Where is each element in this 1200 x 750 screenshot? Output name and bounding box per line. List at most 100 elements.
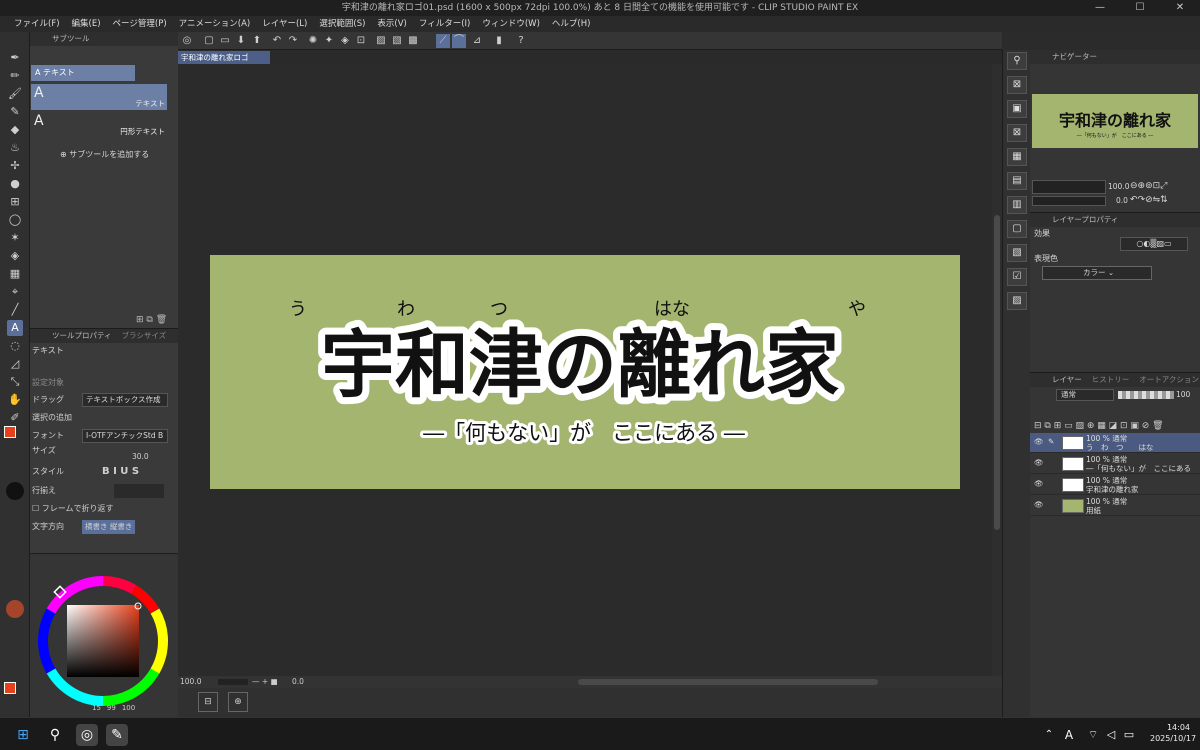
eyedropper-icon[interactable]: ✐ (7, 410, 23, 426)
menu-layer[interactable]: レイヤー(L) (256, 16, 313, 32)
menu-help[interactable]: ヘルプ(H) (546, 16, 597, 32)
app-logo-icon[interactable]: ◎ (180, 34, 194, 48)
menu-page[interactable]: ページ管理(P) (107, 16, 173, 32)
navigator-zoom-slider[interactable] (1032, 180, 1106, 194)
menu-filter[interactable]: フィルター(I) (413, 16, 476, 32)
ruler-icon[interactable]: ⤡ (7, 374, 23, 390)
operation-icon[interactable]: ⌖ (7, 284, 23, 300)
main-color-small[interactable] (4, 682, 16, 694)
vertical-scroll-thumb[interactable] (994, 215, 1000, 530)
redo-icon[interactable]: ↷ (286, 34, 300, 48)
layer-row[interactable]: 👁 100 % 通常 ―「何もない」が ここにある (1030, 454, 1200, 474)
subtool-tab[interactable]: サブツール (30, 32, 178, 46)
effect-material-icon[interactable]: ▥ (1007, 196, 1027, 214)
balloon-material-icon[interactable]: ▢ (1007, 220, 1027, 238)
ime-indicator[interactable]: A (1058, 724, 1080, 746)
eye-icon[interactable]: 👁 (1034, 437, 1044, 446)
navigator-zoom-value[interactable]: 100.0 (1108, 182, 1129, 191)
eye-icon[interactable]: 👁 (1034, 458, 1044, 467)
layer-row[interactable]: 👁 100 % 通常 用紙 (1030, 496, 1200, 516)
blend-icon[interactable]: ● (7, 176, 23, 192)
export-icon[interactable]: ⬆ (250, 34, 264, 48)
new-file-icon[interactable]: ▢ (202, 34, 216, 48)
font-select[interactable]: I-OTFアンチックStd B (82, 429, 168, 443)
save-icon[interactable]: ⬇ (234, 34, 248, 48)
spinner-icon[interactable]: ✺ (306, 34, 320, 48)
drag-select[interactable]: テキストボックス作成 (82, 393, 168, 407)
opacity-value[interactable]: 100 (1176, 390, 1190, 399)
checkbox-wrap[interactable]: ☐ (32, 504, 42, 513)
tab-layer[interactable]: レイヤー (1052, 373, 1082, 387)
layer-row[interactable]: 👁 100 % 通常 宇和津の離れ家 (1030, 475, 1200, 495)
navigator-preview[interactable]: 宇和津の離れ家 ―「何もない」が ここにある ― (1032, 94, 1198, 148)
subtool-group-header[interactable]: A テキスト (31, 65, 135, 81)
tab-brush-size[interactable]: ブラシサイズ (122, 329, 167, 343)
menu-file[interactable]: ファイル(F) (8, 16, 66, 32)
layer-tool-icons[interactable]: ⊟ ⧉ ⊞ ▭ ▨ ⊕ ▦ ◪ ⊡ ▣ ⊘ 🗑 (1034, 421, 1164, 431)
expression-color-select[interactable]: カラー ⌄ (1042, 266, 1152, 280)
transform-icon[interactable]: ⊡ (354, 34, 368, 48)
curve-icon[interactable]: ⌒ (452, 34, 466, 48)
album-icon[interactable]: ▨ (1007, 292, 1027, 310)
navigator-angle-slider[interactable] (1032, 196, 1106, 206)
tab-history[interactable]: ヒストリー (1092, 373, 1130, 387)
stabilize-icon[interactable]: ⟋ (436, 34, 450, 48)
subtool-item-text[interactable]: A テキスト (31, 84, 167, 110)
zoom-in-out-icons[interactable]: ⊖⊕⊚⊡⤢ (1130, 181, 1167, 191)
layerprop-tab[interactable]: レイヤープロパティ (1030, 213, 1200, 227)
menu-animation[interactable]: アニメーション(A) (173, 16, 257, 32)
horizontal-scroll-thumb[interactable] (578, 679, 878, 685)
selection-icon[interactable]: ▩ (406, 34, 420, 48)
pattern-icon[interactable]: ⊠ (1007, 124, 1027, 142)
line-icon[interactable]: ╱ (7, 302, 23, 318)
maximize-button[interactable]: ☐ (1120, 0, 1160, 16)
move-icon[interactable]: ✢ (7, 158, 23, 174)
frame-material-icon[interactable]: ▤ (1007, 172, 1027, 190)
deselect-icon[interactable]: ▨ (374, 34, 388, 48)
gradient-icon[interactable]: ▦ (7, 266, 23, 282)
battery-icon[interactable]: ▭ (1118, 724, 1140, 746)
hand-icon[interactable]: ✋ (7, 392, 23, 408)
text-tool-icon[interactable]: A (7, 320, 23, 336)
lasso-icon[interactable]: ◯ (7, 212, 23, 228)
wand-icon[interactable]: ✶ (7, 230, 23, 246)
tab-auto-action[interactable]: オートアクション (1139, 373, 1199, 387)
artboard[interactable]: う わ つ はな や 宇和津の離れ家 宇和津の離れ家 ―「何もない」が ここにあ… (210, 255, 960, 489)
3d-material-icon[interactable]: ▧ (1007, 244, 1027, 262)
navigator-tab[interactable]: ナビゲーター (1030, 50, 1200, 64)
frame-icon[interactable]: ◿ (7, 356, 23, 372)
menu-edit[interactable]: 編集(E) (66, 16, 107, 32)
invert-selection-icon[interactable]: ▧ (390, 34, 404, 48)
image-material-icon[interactable]: ▣ (1007, 100, 1027, 118)
document-tab[interactable]: 宇和津の離れ家ロゴ01.psd ✕ (178, 51, 270, 75)
style-buttons[interactable]: B I U S (102, 464, 139, 480)
menu-selection[interactable]: 選択範囲(S) (313, 16, 371, 32)
pencil-icon[interactable]: ✏ (7, 68, 23, 84)
clock[interactable]: 14:04 2025/10/17 (1150, 722, 1196, 744)
subtool-footer-icons[interactable]: ⊞ ⧉ 🗑 (136, 315, 167, 325)
material-icon[interactable]: ⊠ (1007, 76, 1027, 94)
align-buttons[interactable] (114, 484, 164, 498)
eraser-icon[interactable]: ◆ (7, 122, 23, 138)
clear-icon[interactable]: ✦ (322, 34, 336, 48)
snap-icon[interactable]: ⊿ (470, 34, 484, 48)
layer-row[interactable]: 👁 ✎ 100 % 通常う わ つ はな (1030, 433, 1200, 453)
balloon-icon[interactable]: ◌ (7, 338, 23, 354)
blend-mode-select[interactable]: 通常 (1056, 389, 1114, 401)
undo-icon[interactable]: ↶ (270, 34, 284, 48)
subtool-item-circular-text[interactable]: A 円形テキスト (31, 112, 167, 138)
decoration-icon[interactable]: ♨ (7, 140, 23, 156)
color-wheel[interactable] (36, 574, 170, 708)
tablet-icon[interactable]: ▮ (492, 34, 506, 48)
add-subtool-button[interactable]: ⊕ サブツールを追加する (60, 149, 149, 160)
navigator-angle-value[interactable]: 0.0 (1116, 196, 1128, 205)
close-button[interactable]: ✕ (1160, 0, 1200, 16)
clip-studio-icon[interactable]: ◎ (76, 724, 98, 746)
opacity-slider[interactable] (1118, 391, 1174, 399)
open-file-icon[interactable]: ▭ (218, 34, 232, 48)
chevron-up-icon[interactable]: ⌃ (1038, 724, 1060, 746)
zoom-slider[interactable] (218, 679, 248, 685)
zoom-value[interactable]: 100.0 (180, 676, 201, 688)
menu-window[interactable]: ウィンドウ(W) (476, 16, 546, 32)
fill-icon[interactable]: ◈ (7, 248, 23, 264)
